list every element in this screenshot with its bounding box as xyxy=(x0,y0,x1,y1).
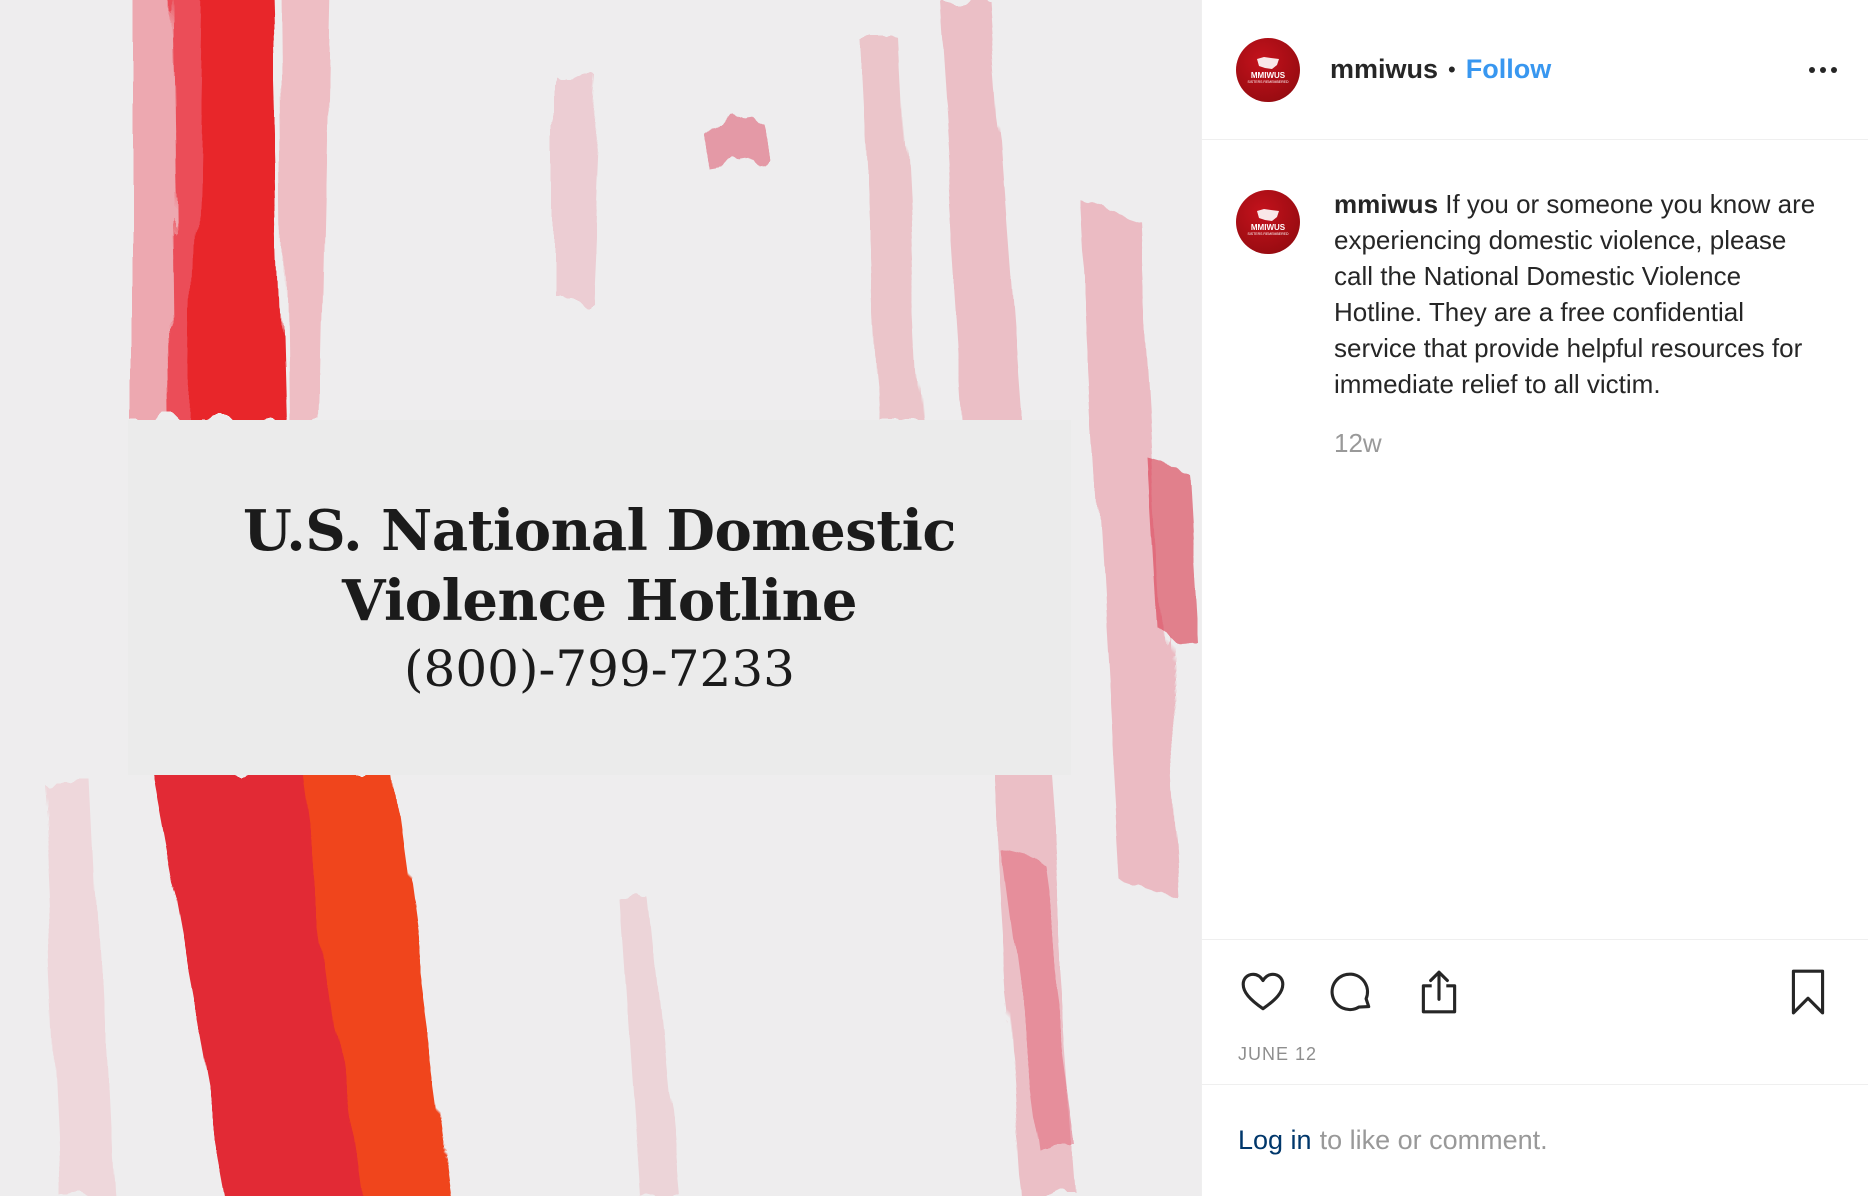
follow-button[interactable]: Follow xyxy=(1466,54,1551,85)
bookmark-icon[interactable] xyxy=(1783,967,1833,1017)
post-side-panel: MMIWUS SISTERS REMEMBERED mmiwus • Follo… xyxy=(1201,0,1868,1196)
login-prompt-text: to like or comment. xyxy=(1319,1125,1548,1155)
header-username[interactable]: mmiwus xyxy=(1330,54,1438,85)
avatar-brand-text: MMIWUS xyxy=(1250,70,1286,80)
map-logo-icon xyxy=(1257,209,1279,221)
share-icon[interactable] xyxy=(1414,967,1464,1017)
caption-avatar[interactable]: MMIWUS SISTERS REMEMBERED xyxy=(1236,190,1300,254)
hotline-phone: (800)-799-7233 xyxy=(404,639,795,698)
avatar-brand-text: MMIWUS xyxy=(1250,223,1286,232)
more-dot xyxy=(1820,66,1826,73)
post-container: U.S. National Domestic Violence Hotline … xyxy=(0,0,1868,1196)
hotline-title: U.S. National Domestic Violence Hotline xyxy=(243,497,956,634)
action-bar xyxy=(1202,940,1868,1044)
login-prompt: Log in to like or comment. xyxy=(1202,1084,1868,1196)
avatar-sub-text: SISTERS REMEMBERED xyxy=(1247,232,1289,236)
header-separator: • xyxy=(1448,56,1456,82)
more-dot xyxy=(1809,66,1815,73)
caption-comment: MMIWUS SISTERS REMEMBERED mmiwus If you … xyxy=(1236,186,1829,459)
comment-icon[interactable] xyxy=(1326,967,1376,1017)
post-date[interactable]: JUNE 12 xyxy=(1202,1044,1868,1084)
profile-avatar[interactable]: MMIWUS SISTERS REMEMBERED xyxy=(1236,37,1300,102)
map-logo-icon xyxy=(1257,56,1279,69)
avatar-sub-text: SISTERS REMEMBERED xyxy=(1247,79,1289,84)
caption-body: mmiwus If you or someone you know are ex… xyxy=(1334,186,1829,459)
more-dot xyxy=(1831,66,1837,73)
caption-username[interactable]: mmiwus xyxy=(1334,189,1438,219)
caption-timestamp[interactable]: 12w xyxy=(1334,428,1829,459)
post-header: MMIWUS SISTERS REMEMBERED mmiwus • Follo… xyxy=(1202,0,1868,140)
caption-text: If you or someone you know are experienc… xyxy=(1334,189,1816,399)
actions-area: JUNE 12 xyxy=(1202,939,1868,1084)
more-options-icon[interactable] xyxy=(1809,59,1837,81)
login-link[interactable]: Log in xyxy=(1238,1125,1312,1156)
comments-section: MMIWUS SISTERS REMEMBERED mmiwus If you … xyxy=(1202,140,1868,939)
hotline-card: U.S. National Domestic Violence Hotline … xyxy=(128,420,1071,775)
heart-icon[interactable] xyxy=(1238,967,1288,1017)
caption-text-block: mmiwus If you or someone you know are ex… xyxy=(1334,186,1829,402)
post-image[interactable]: U.S. National Domestic Violence Hotline … xyxy=(0,0,1201,1196)
